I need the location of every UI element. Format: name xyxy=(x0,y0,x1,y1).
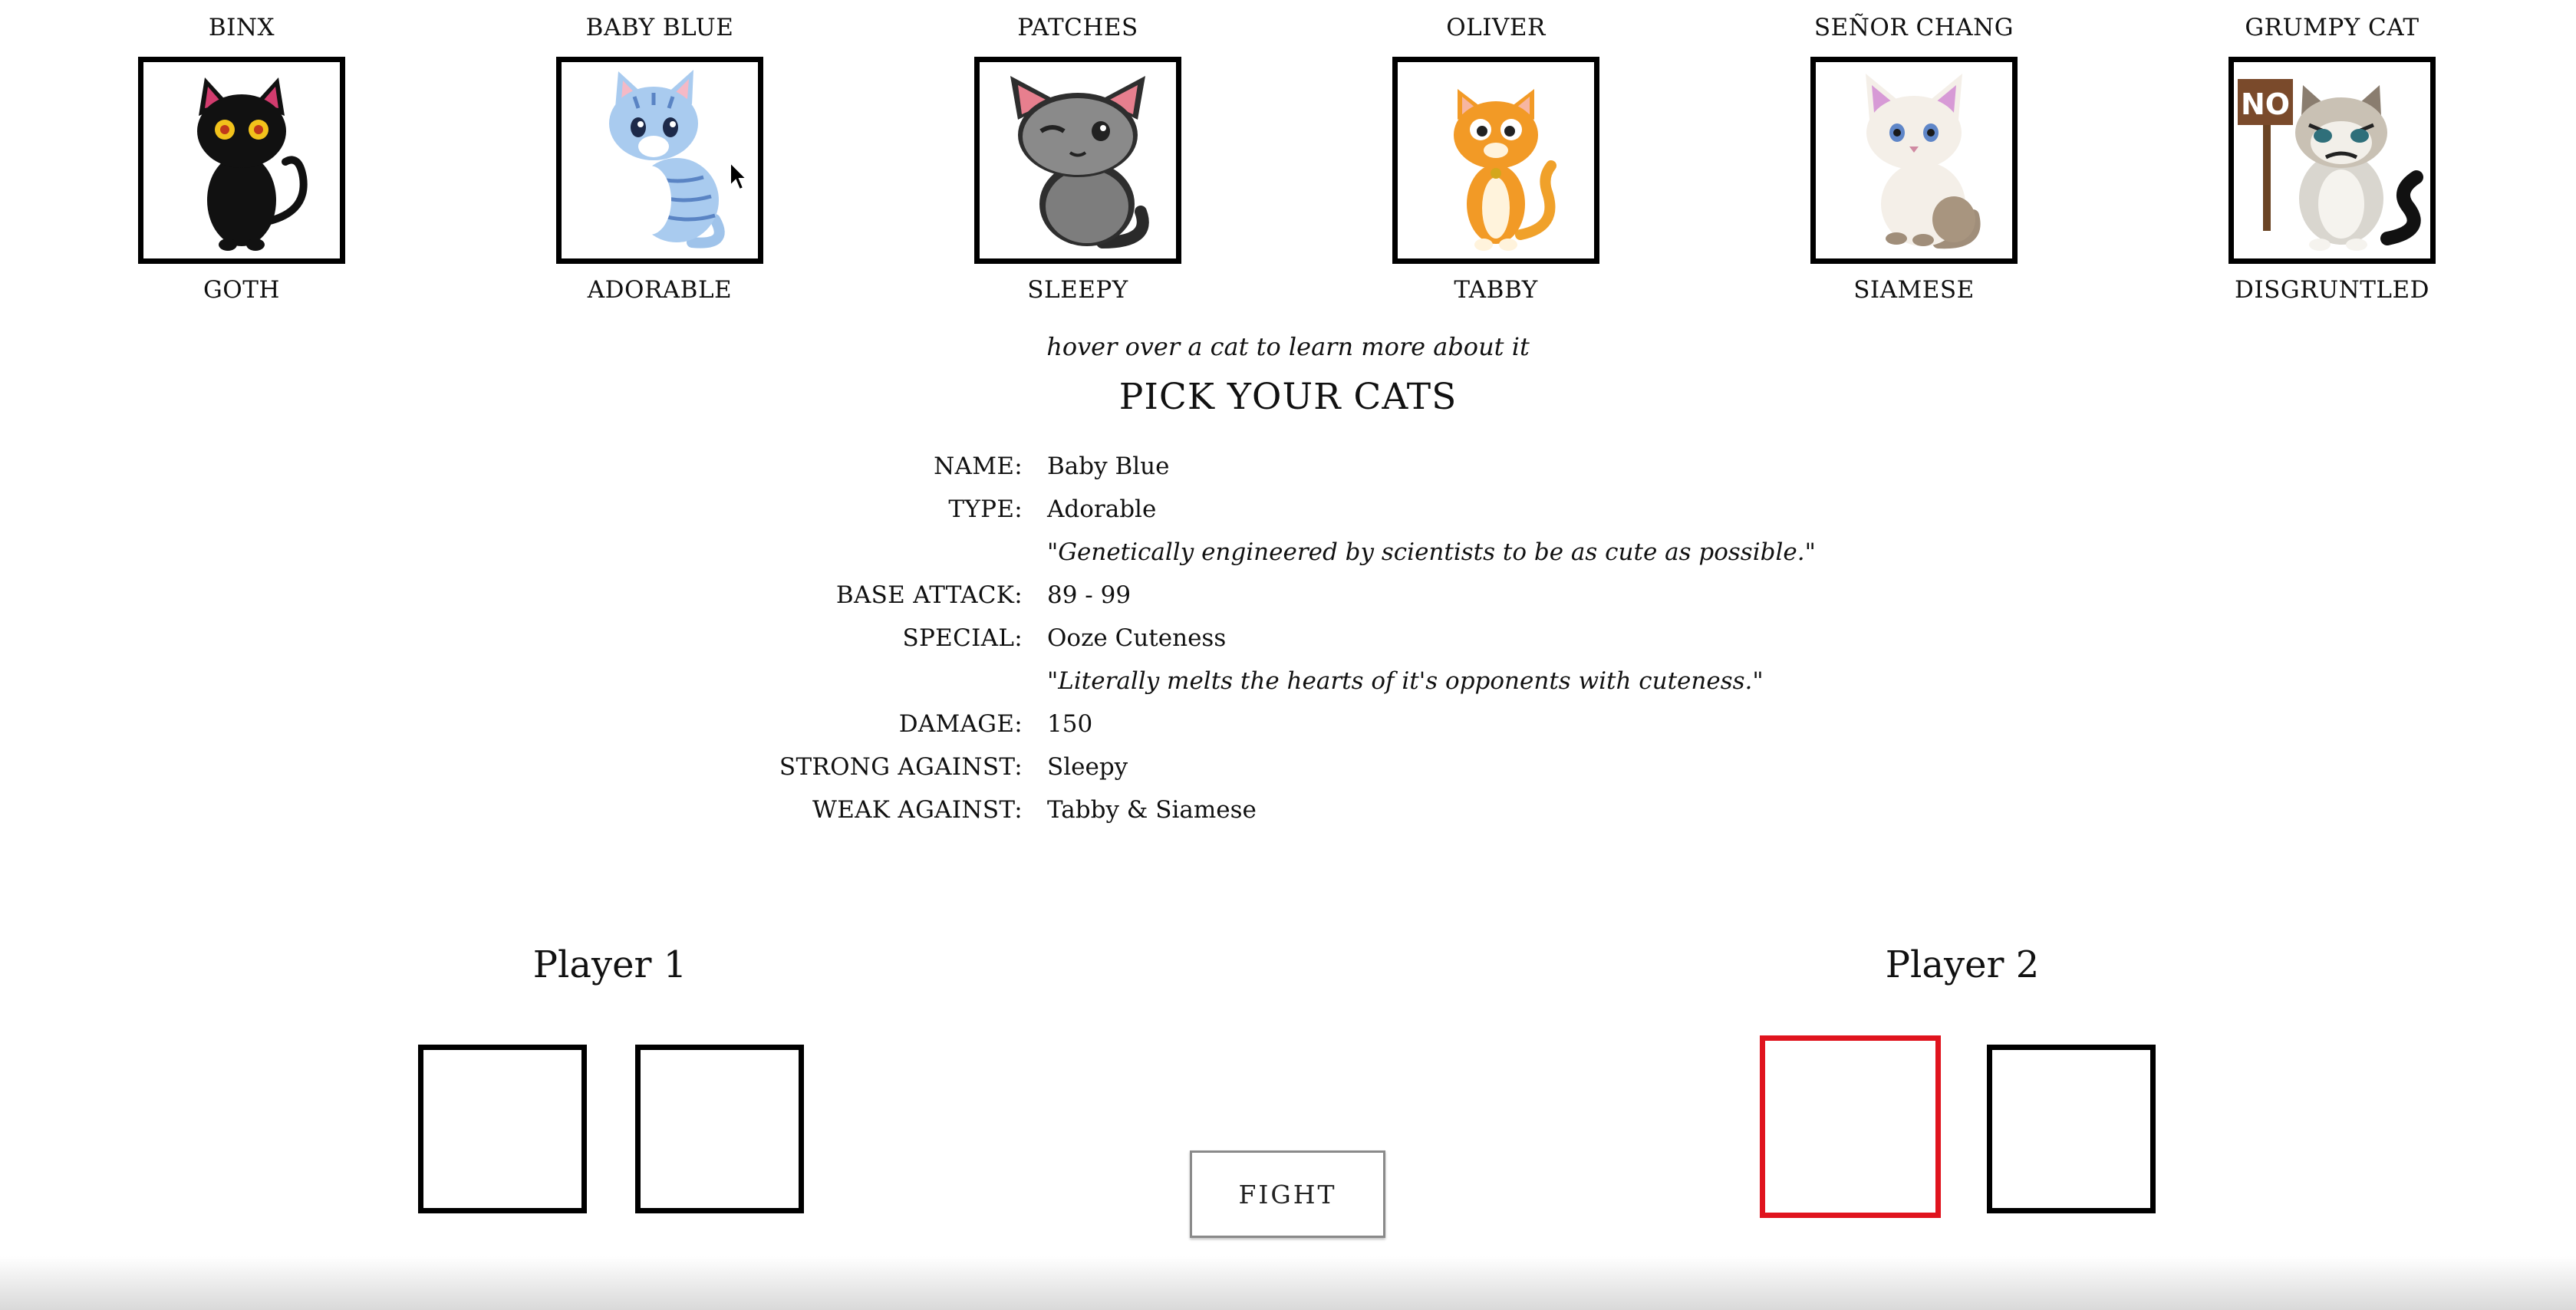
cat-type: SIAMESE xyxy=(1853,276,1975,304)
detail-label: SPECIAL: xyxy=(902,624,1023,652)
detail-row-special-quote: "Literally melts the hearts of it's oppo… xyxy=(0,667,2576,706)
player-title: Player 2 xyxy=(1885,943,2040,986)
cat-name: GRUMPY CAT xyxy=(2245,14,2420,41)
cat-card-grumpy-cat[interactable]: GRUMPY CAT NO DISGRUNTLED xyxy=(2217,0,2447,314)
detail-label: NAME: xyxy=(934,453,1023,480)
cat-type: SLEEPY xyxy=(1027,276,1128,304)
gray-cat-icon xyxy=(1010,76,1149,249)
detail-label: WEAK AGAINST: xyxy=(812,796,1023,824)
detail-value: 89 - 99 xyxy=(1047,581,1132,609)
page-title: PICK YOUR CATS xyxy=(1118,376,1458,418)
detail-row-name: NAME: Baby Blue xyxy=(0,453,2576,491)
detail-row-damage: DAMAGE: 150 xyxy=(0,710,2576,749)
cat-portrait-frame[interactable] xyxy=(1810,57,2018,264)
player-2-slot-2[interactable] xyxy=(1987,1045,2156,1213)
sign-text: NO xyxy=(2241,87,2290,121)
hover-hint: hover over a cat to learn more about it xyxy=(1046,332,1530,361)
cat-portrait-frame[interactable] xyxy=(138,57,345,264)
cat-type: DISGRUNTLED xyxy=(2235,276,2429,304)
detail-row-type: TYPE: Adorable xyxy=(0,495,2576,534)
grumpy-cat-icon: NO xyxy=(2238,79,2423,251)
detail-value: Tabby & Siamese xyxy=(1047,796,1257,824)
cat-type: ADORABLE xyxy=(587,276,733,304)
type-description: "Genetically engineered by scientists to… xyxy=(1047,538,1816,566)
detail-label: DAMAGE: xyxy=(898,710,1023,738)
cat-name: OLIVER xyxy=(1446,14,1546,41)
detail-row-type-quote: "Genetically engineered by scientists to… xyxy=(0,538,2576,577)
detail-label: STRONG AGAINST: xyxy=(779,753,1023,781)
cat-card-patches[interactable]: PATCHES SLEEPY xyxy=(963,0,1193,314)
cat-type: TABBY xyxy=(1454,276,1538,304)
detail-row-weak-against: WEAK AGAINST: Tabby & Siamese xyxy=(0,796,2576,834)
mouse-pointer-icon xyxy=(730,161,749,191)
detail-label: TYPE: xyxy=(948,495,1023,523)
blue-cat-icon xyxy=(609,70,725,249)
orange-cat-icon xyxy=(1454,89,1556,251)
cat-type: GOTH xyxy=(203,276,280,304)
cat-portrait-frame[interactable]: NO xyxy=(2228,57,2436,264)
detail-value: Adorable xyxy=(1047,495,1157,523)
cat-name: BINX xyxy=(208,14,275,41)
cat-name: BABY BLUE xyxy=(585,14,734,41)
cat-card-baby-blue[interactable]: BABY BLUE ADORABLE xyxy=(545,0,775,314)
detail-value: Baby Blue xyxy=(1047,453,1170,480)
cat-name: SEÑOR CHANG xyxy=(1813,14,2014,41)
white-cat-icon xyxy=(1866,74,1981,249)
special-description: "Literally melts the hearts of it's oppo… xyxy=(1047,667,1764,695)
cat-card-oliver[interactable]: OLIVER TABBY xyxy=(1381,0,1611,314)
player-1-slot-1[interactable] xyxy=(418,1045,587,1213)
fight-button[interactable]: FIGHT xyxy=(1190,1150,1385,1238)
cat-portrait-frame[interactable] xyxy=(556,57,763,264)
cat-portrait-frame[interactable] xyxy=(974,57,1181,264)
bottom-shadow xyxy=(0,1256,2576,1310)
detail-label: BASE ATTACK: xyxy=(835,581,1023,609)
black-cat-icon xyxy=(197,77,308,251)
player-title: Player 1 xyxy=(532,943,687,986)
detail-row-base-attack: BASE ATTACK: 89 - 99 xyxy=(0,581,2576,620)
detail-row-special: SPECIAL: Ooze Cuteness xyxy=(0,624,2576,663)
detail-value: 150 xyxy=(1047,710,1093,738)
detail-row-strong-against: STRONG AGAINST: Sleepy xyxy=(0,753,2576,792)
detail-value: Ooze Cuteness xyxy=(1047,624,1227,652)
player-1-slot-2[interactable] xyxy=(635,1045,804,1213)
cat-card-senor-chang[interactable]: SEÑOR CHANG SIAMESE xyxy=(1799,0,2029,314)
cat-card-binx[interactable]: BINX GOTH xyxy=(127,0,357,314)
cat-name: PATCHES xyxy=(1017,14,1138,41)
detail-value: Sleepy xyxy=(1047,753,1128,781)
cat-portrait-frame[interactable] xyxy=(1392,57,1599,264)
player-2-slot-1[interactable] xyxy=(1760,1035,1941,1218)
